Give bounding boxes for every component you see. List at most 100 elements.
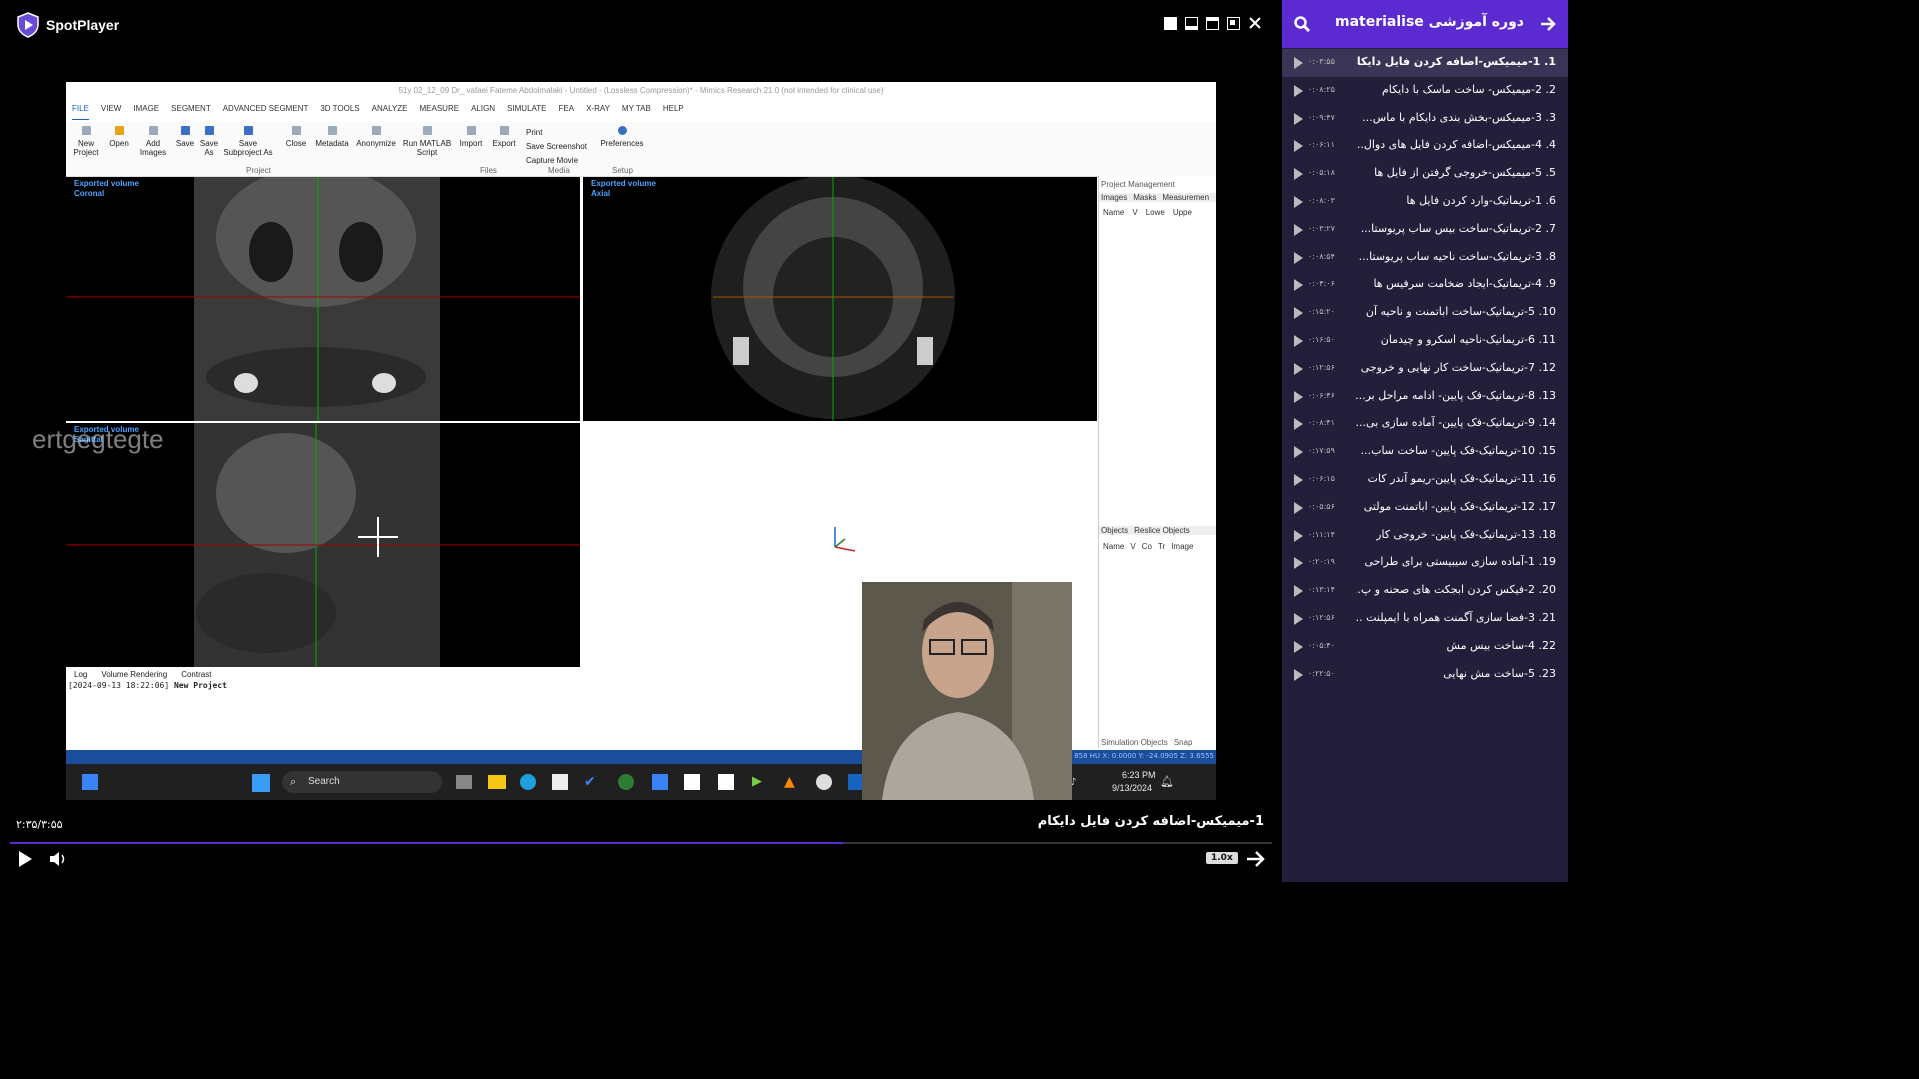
ribbon-save-as[interactable]: Save As [198, 126, 220, 157]
viewport-axial[interactable]: Exported volume Axial [583, 177, 1097, 421]
playlist-item[interactable]: ۰:۰۸:۵۴ 8. 3-تریماتیک-ساخت ناحیه ساب پریو… [1282, 244, 1568, 272]
play-icon[interactable] [1294, 557, 1303, 570]
menu-my-tab[interactable]: MY TAB [622, 104, 651, 120]
edge-icon[interactable] [520, 774, 536, 790]
play-icon[interactable] [1294, 585, 1303, 598]
todo-icon[interactable]: ✔ [584, 774, 600, 790]
pm-tab-snap[interactable]: Snap [1174, 738, 1193, 747]
widgets-icon[interactable] [82, 774, 98, 790]
play-icon[interactable] [1294, 168, 1303, 181]
play-icon[interactable] [1294, 529, 1303, 542]
tile-icon[interactable] [1227, 16, 1240, 30]
playlist-item[interactable]: ۰:۰۶:۱۵ 16. 11-تریماتیک-فک پایین-ریمو آند… [1282, 466, 1568, 494]
playlist-item[interactable]: ۰:۰۹:۴۷ 3. 3-میمیکس-بخش بندی دایکام با ما… [1282, 105, 1568, 133]
playlist-item[interactable]: ۰:۰۴:۰۶ 9. 4-تریماتیک-ایجاد ضخامت سرفیس ه… [1282, 271, 1568, 299]
menu-fea[interactable]: FEA [559, 104, 575, 120]
playlist-item[interactable]: ۰:۱۵:۲۰ 10. 5-تریماتیک-ساخت اباتمنت و ناح… [1282, 299, 1568, 327]
menu-x-ray[interactable]: X-RAY [586, 104, 610, 120]
playlist-item[interactable]: ۰:۰۵:۱۸ 5. 5-میمیکس-خروجی گرفتن از فایل ه… [1282, 160, 1568, 188]
ribbon-close[interactable]: Close [282, 126, 310, 148]
pm-tab-images[interactable]: Images [1101, 193, 1127, 202]
taskbar-search[interactable]: ⌕ Search [282, 771, 442, 793]
search-icon[interactable] [1294, 16, 1310, 32]
play-icon[interactable] [1294, 474, 1303, 486]
ribbon-open[interactable]: Open [106, 126, 132, 148]
ribbon-print[interactable]: Print [526, 126, 587, 140]
menu-help[interactable]: HELP [663, 104, 684, 120]
app-k-icon[interactable] [718, 774, 734, 790]
playlist-item[interactable]: ۰:۱۷:۵۹ 15. 10-تریماتیک-فک پایین- ساخت سا… [1282, 438, 1568, 466]
menu-advanced-segment[interactable]: ADVANCED SEGMENT [223, 104, 309, 120]
ribbon-anonymize[interactable]: Anonymize [354, 126, 398, 148]
play-icon[interactable] [1294, 223, 1303, 236]
playlist-item[interactable]: ۰:۰۵:۴۰ 22. 4-ساخت بیس مش [1282, 633, 1568, 661]
play-icon[interactable] [1294, 362, 1303, 375]
play-icon[interactable] [1294, 335, 1303, 347]
contrast-tab[interactable]: Contrast [181, 670, 211, 679]
playlist-item[interactable]: ۰:۱۶:۵۰ 11. 6-تریماتیک-ناحیه اسکرو و چیدم… [1282, 327, 1568, 355]
progress-bar[interactable] [10, 842, 1272, 844]
menu-view[interactable]: VIEW [101, 104, 121, 120]
playlist-item[interactable]: ۰:۰۳:۲۷ 7. 2-تریماتیک-ساخت بیس ساب پریوست… [1282, 216, 1568, 244]
play-icon[interactable] [1294, 390, 1303, 403]
pm-tab-measurements[interactable]: Measuremen [1162, 193, 1209, 202]
playlist-item[interactable]: ۰:۰۸:۴۱ 14. 9-تریماتیک-فک پایین- آماده سا… [1282, 410, 1568, 438]
play-icon[interactable] [1294, 418, 1303, 431]
play-icon[interactable] [1294, 307, 1303, 320]
play-icon[interactable] [1294, 279, 1303, 292]
playlist-item[interactable]: ۰:۰۶:۴۶ 13. 8-تریماتیک-فک پایین- ادامه مر… [1282, 383, 1568, 411]
menu-analyze[interactable]: ANALYZE [372, 104, 408, 120]
playlist-item[interactable]: ۰:۰۵:۵۶ 17. 12-تریماتیک-فک پایین- اباتمنت… [1282, 494, 1568, 522]
play-icon[interactable] [16, 850, 34, 868]
video-frame[interactable]: 51y 02_12_09 Dr_ vafaei Fateme Abdolmala… [66, 82, 1216, 800]
ribbon-run-matlab-script[interactable]: Run MATLAB Script [402, 126, 452, 157]
ribbon-save-subproject-as[interactable]: Save Subproject As [222, 126, 274, 157]
playlist-item[interactable]: ۰:۱۲:۵۶ 21. 3-فضا سازی آگمنت همراه با ایم… [1282, 605, 1568, 633]
menu-file[interactable]: FILE [72, 104, 89, 120]
menu-align[interactable]: ALIGN [471, 104, 495, 120]
ribbon-preferences[interactable]: Preferences [598, 126, 646, 148]
vlc-icon[interactable]: ▲ [784, 774, 800, 790]
menu-image[interactable]: IMAGE [133, 104, 159, 120]
playback-speed[interactable]: 1.0x [1206, 852, 1238, 864]
minimize-icon[interactable] [1185, 16, 1198, 30]
next-arrow-icon[interactable] [1246, 850, 1266, 868]
teams-icon[interactable] [652, 774, 668, 790]
ribbon-metadata[interactable]: Metadata [314, 126, 350, 148]
ribbon-add-images[interactable]: Add Images [138, 126, 168, 157]
close-icon[interactable] [1248, 16, 1262, 30]
pm-tab-reslice-objects[interactable]: Reslice Objects [1134, 526, 1190, 535]
notification-bell-icon[interactable]: 🔔︎ [1160, 775, 1174, 788]
start-icon[interactable] [252, 774, 270, 792]
viewport-coronal[interactable]: Exported volume Coronal [66, 177, 580, 421]
xbox-icon[interactable] [618, 774, 634, 790]
play-icon[interactable] [1294, 196, 1303, 208]
task-view-icon[interactable] [456, 775, 472, 789]
app-play-icon[interactable]: ▶ [752, 774, 768, 790]
menu-3d-tools[interactable]: 3D TOOLS [320, 104, 359, 120]
ribbon-import[interactable]: Import [456, 126, 486, 148]
pm-tab-masks[interactable]: Masks [1133, 193, 1156, 202]
play-icon[interactable] [1294, 57, 1303, 69]
playlist-item[interactable]: ۰:۰۸:۰۳ 6. 1-تریماتیک-وارد کردن فایل ها [1282, 188, 1568, 216]
playlist-item[interactable]: ۰:۰۶:۱۱ 4. 4-میمیکس-اضافه کردن فایل های د… [1282, 132, 1568, 160]
menu-segment[interactable]: SEGMENT [171, 104, 211, 120]
play-icon[interactable] [1294, 84, 1303, 97]
playlist-item[interactable]: ۰:۱۳:۱۴ 20. 2-فیکس کردن ابجکت های صحنه و … [1282, 577, 1568, 605]
playlist-item[interactable]: ۰:۲۰:۱۹ 19. 1-آماده سازی سیبیستی برای طرا… [1282, 549, 1568, 577]
file-explorer-icon[interactable] [488, 775, 506, 789]
ribbon-save[interactable]: Save [174, 126, 196, 148]
back-arrow-icon[interactable] [1540, 16, 1556, 32]
chrome-icon[interactable] [816, 774, 832, 790]
playlist-item[interactable]: ۰:۲۲:۵۰ 23. 5-ساخت مش نهایی [1282, 661, 1568, 689]
viewport-sagittal[interactable]: Exported volume Sagittal [66, 423, 580, 667]
play-icon[interactable] [1294, 140, 1303, 153]
play-icon[interactable] [1294, 251, 1303, 264]
maximize-icon[interactable] [1206, 16, 1219, 30]
log-tab[interactable]: Log [74, 670, 87, 679]
play-icon[interactable] [1294, 112, 1303, 125]
play-icon[interactable] [1294, 613, 1303, 625]
play-icon[interactable] [1294, 446, 1303, 459]
volume-rendering-tab[interactable]: Volume Rendering [101, 670, 167, 679]
app-icon[interactable] [684, 774, 700, 790]
